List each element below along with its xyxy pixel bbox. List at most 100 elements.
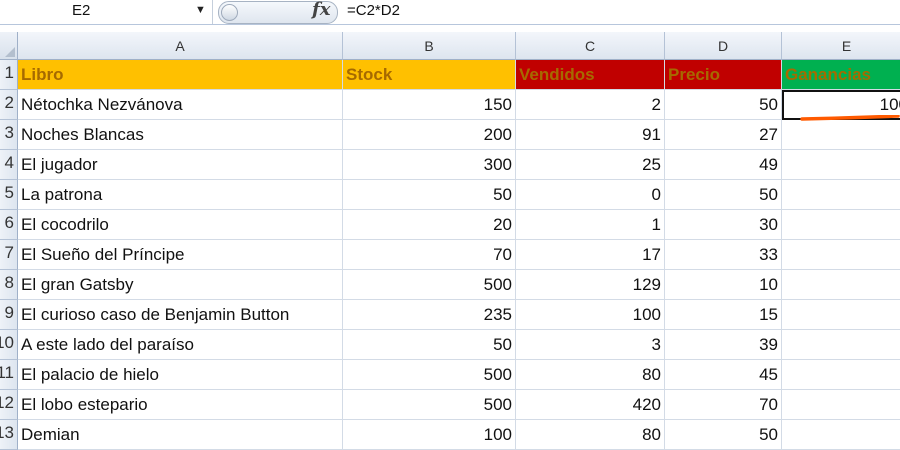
cell-precio[interactable]: 49	[665, 150, 782, 180]
row-number: 8	[4, 273, 14, 292]
cell-precio[interactable]: 50	[665, 420, 782, 450]
header-cell-stock[interactable]: Stock	[343, 60, 516, 90]
cell-vendidos[interactable]: 3	[516, 330, 665, 360]
cell-ganancias[interactable]	[782, 390, 900, 420]
insert-function-icon[interactable]: fx	[312, 0, 330, 20]
cell-ganancias[interactable]	[782, 330, 900, 360]
row-header[interactable]: 7	[0, 240, 18, 270]
cell-stock[interactable]: 150	[343, 90, 516, 120]
column-header-a[interactable]: A	[18, 32, 343, 60]
formula-input[interactable]: =C2*D2	[347, 2, 400, 19]
cell-ganancias[interactable]	[782, 420, 900, 450]
cell-libro[interactable]: El curioso caso de Benjamin Button	[18, 300, 343, 330]
cell-ganancias[interactable]	[782, 270, 900, 300]
row-header[interactable]: 2	[0, 90, 18, 120]
cell-vendidos[interactable]: 100	[516, 300, 665, 330]
header-cell-ganancias[interactable]: Ganancias	[782, 60, 900, 90]
handle-knob-icon	[221, 4, 238, 21]
cell-vendidos[interactable]: 17	[516, 240, 665, 270]
row-number: 6	[4, 213, 14, 232]
cell-precio[interactable]: 50	[665, 90, 782, 120]
header-cell-libro[interactable]: Libro	[18, 60, 343, 90]
cell-ganancias[interactable]	[782, 300, 900, 330]
cell-vendidos[interactable]: 1	[516, 210, 665, 240]
cell-vendidos[interactable]: 420	[516, 390, 665, 420]
row-header[interactable]: 11	[0, 360, 18, 390]
row-header[interactable]: 1	[0, 60, 18, 90]
row-number: 11	[0, 363, 14, 382]
cell-ganancias[interactable]	[782, 180, 900, 210]
cell-libro[interactable]: El jugador	[18, 150, 343, 180]
row-header[interactable]: 6	[0, 210, 18, 240]
cell-vendidos[interactable]: 0	[516, 180, 665, 210]
cell-stock[interactable]: 500	[343, 390, 516, 420]
cell-ganancias[interactable]	[782, 360, 900, 390]
cell-precio[interactable]: 27	[665, 120, 782, 150]
cell-libro[interactable]: Noches Blancas	[18, 120, 343, 150]
cell-libro[interactable]: Demian	[18, 420, 343, 450]
cell-stock[interactable]: 300	[343, 150, 516, 180]
row-header[interactable]: 3	[0, 120, 18, 150]
cell-precio[interactable]: 70	[665, 390, 782, 420]
formula-bar: E2 ▼ fx =C2*D2	[0, 0, 900, 25]
cell-libro[interactable]: El lobo estepario	[18, 390, 343, 420]
header-cell-precio[interactable]: Precio	[665, 60, 782, 90]
cell-libro[interactable]: Nétochka Nezvánova	[18, 90, 343, 120]
row-number: 4	[4, 153, 14, 172]
cell-stock[interactable]: 20	[343, 210, 516, 240]
cell-stock[interactable]: 200	[343, 120, 516, 150]
row-number: 3	[4, 123, 14, 142]
row-header[interactable]: 10	[0, 330, 18, 360]
cell-vendidos[interactable]: 91	[516, 120, 665, 150]
cell-vendidos[interactable]: 129	[516, 270, 665, 300]
formula-bar-divider	[212, 0, 213, 24]
cell-precio[interactable]: 33	[665, 240, 782, 270]
cell-precio[interactable]: 30	[665, 210, 782, 240]
row-header[interactable]: 4	[0, 150, 18, 180]
cell-libro[interactable]: El cocodrilo	[18, 210, 343, 240]
cell-ganancias[interactable]	[782, 150, 900, 180]
cell-vendidos[interactable]: 25	[516, 150, 665, 180]
highlight-underline	[800, 115, 900, 121]
cell-precio[interactable]: 15	[665, 300, 782, 330]
cell-vendidos[interactable]: 80	[516, 420, 665, 450]
cell-stock[interactable]: 50	[343, 180, 516, 210]
column-header-d[interactable]: D	[665, 32, 782, 60]
cell-vendidos[interactable]: 2	[516, 90, 665, 120]
cell-libro[interactable]: La patrona	[18, 180, 343, 210]
row-number: 13	[0, 423, 14, 442]
cell-vendidos[interactable]: 80	[516, 360, 665, 390]
cell-libro[interactable]: El gran Gatsby	[18, 270, 343, 300]
cell-precio[interactable]: 39	[665, 330, 782, 360]
row-header[interactable]: 12	[0, 390, 18, 420]
cell-precio[interactable]: 50	[665, 180, 782, 210]
cell-ganancias[interactable]	[782, 210, 900, 240]
column-header-e[interactable]: E	[782, 32, 900, 60]
header-cell-vendidos[interactable]: Vendidos	[516, 60, 665, 90]
cell-stock[interactable]: 50	[343, 330, 516, 360]
cell-libro[interactable]: El palacio de hielo	[18, 360, 343, 390]
row-header[interactable]: 8	[0, 270, 18, 300]
cell-ganancias[interactable]	[782, 240, 900, 270]
column-header-c[interactable]: C	[516, 32, 665, 60]
cell-stock[interactable]: 500	[343, 360, 516, 390]
name-box[interactable]: E2 ▼	[0, 0, 212, 23]
cell-stock[interactable]: 500	[343, 270, 516, 300]
cell-stock[interactable]: 100	[343, 420, 516, 450]
cell-libro[interactable]: El Sueño del Príncipe	[18, 240, 343, 270]
row-header[interactable]: 13	[0, 420, 18, 450]
column-header-b[interactable]: B	[343, 32, 516, 60]
cell-stock[interactable]: 70	[343, 240, 516, 270]
cell-stock[interactable]: 235	[343, 300, 516, 330]
cell-precio[interactable]: 10	[665, 270, 782, 300]
row-header[interactable]: 9	[0, 300, 18, 330]
cell-libro[interactable]: A este lado del paraíso	[18, 330, 343, 360]
select-all-triangle-icon	[5, 47, 15, 57]
row-number: 12	[0, 393, 14, 412]
cell-ganancias[interactable]	[782, 120, 900, 150]
row-number: 10	[0, 333, 14, 352]
row-header[interactable]: 5	[0, 180, 18, 210]
cell-precio[interactable]: 45	[665, 360, 782, 390]
select-all-button[interactable]	[0, 32, 18, 60]
chevron-down-icon[interactable]: ▼	[195, 4, 206, 16]
